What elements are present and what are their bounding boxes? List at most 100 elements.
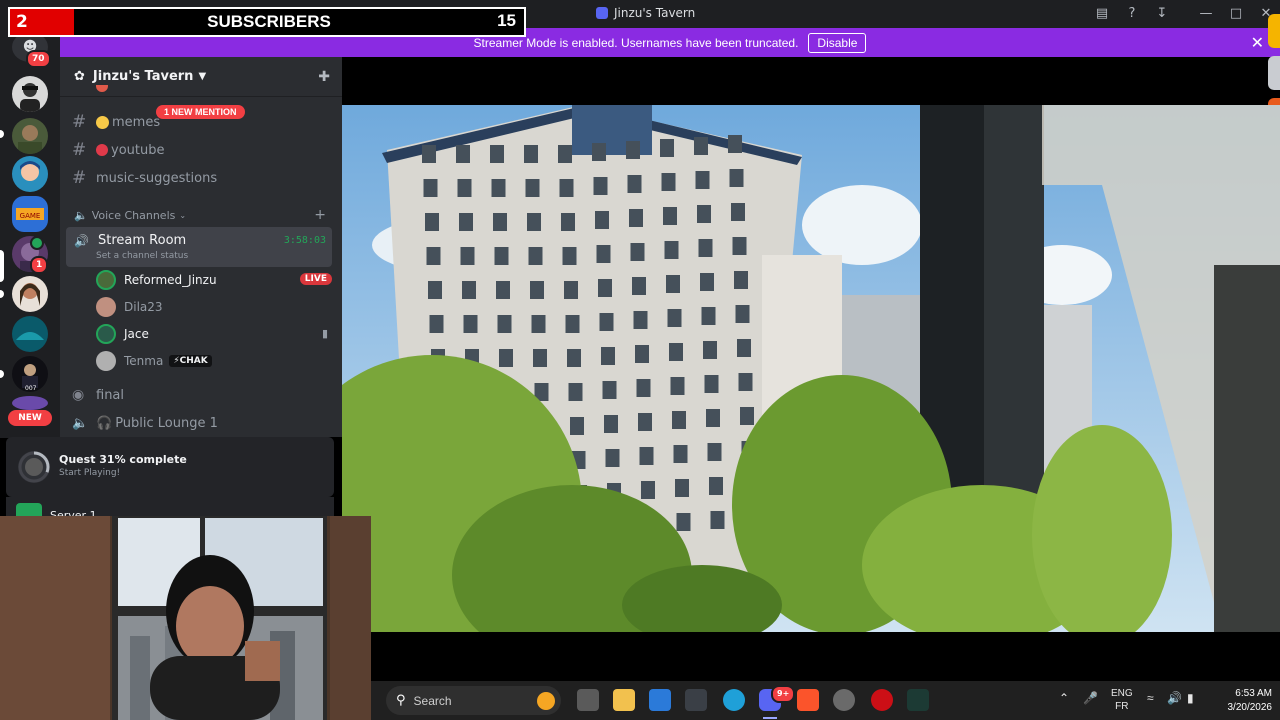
channel-public-lounge[interactable]: 🔈 🎧 Public Lounge 1 — [72, 411, 218, 435]
discord-taskbar-badge: 9+ — [771, 685, 796, 703]
task-view-icon[interactable] — [577, 689, 599, 711]
voice-channels-category[interactable]: 🔈 Voice Channels ⌄ — [74, 209, 186, 222]
channel-memes[interactable]: # memes — [72, 110, 160, 134]
wifi-icon[interactable]: ≈ — [1147, 692, 1154, 705]
video-camera-icon: ▮ — [321, 327, 328, 340]
inbox-icon[interactable]: ▤ — [1092, 4, 1112, 24]
app-root: Jinzu's Tavern ▤ ? ↧ — □ ✕ 2 SUBSCRIBERS… — [0, 0, 1280, 720]
voice-member-4[interactable]: Tenma ⚡CHAK — [96, 350, 212, 372]
edge-browser-icon[interactable] — [723, 689, 745, 711]
server-avatar-3[interactable] — [12, 156, 48, 192]
channel-youtube[interactable]: # youtube — [72, 138, 164, 162]
search-icon: ⚲ — [396, 693, 406, 708]
discord-icon — [596, 7, 608, 19]
help-icon[interactable]: ? — [1122, 4, 1142, 24]
clock-time: 6:53 AM — [1235, 688, 1272, 699]
voice-channel-stream-room[interactable]: 🔊 Stream Room Set a channel status 3:58:… — [66, 227, 332, 267]
window-title: Jinzu's Tavern — [596, 6, 695, 20]
server-selected-indicator — [0, 250, 4, 282]
subscriber-count: 2 — [10, 9, 74, 35]
voice-active-indicator — [30, 236, 44, 250]
search-highlight-icon — [537, 692, 555, 710]
minimize-icon[interactable]: — — [1196, 4, 1216, 24]
chevron-down-icon: ⌄ — [179, 211, 187, 220]
channel-music-suggestions[interactable]: # music-suggestions — [72, 166, 217, 190]
app-icon[interactable] — [685, 689, 707, 711]
disable-button[interactable]: Disable — [808, 32, 867, 53]
voice-member-1[interactable]: Reformed_Jinzu — [96, 269, 217, 291]
download-icon[interactable]: ↧ — [1152, 4, 1172, 24]
server-avatar-2[interactable] — [12, 118, 48, 154]
side-tab-grey[interactable] — [1268, 56, 1280, 90]
stage-icon: ◉ — [72, 387, 85, 403]
invite-people-icon[interactable]: ✚ — [318, 69, 330, 85]
channel-emoji-icon — [96, 85, 108, 92]
speaker-icon: 🔈 — [74, 209, 88, 222]
server-avatar-8[interactable] — [12, 396, 48, 410]
quest-card[interactable]: Quest 31% complete Start Playing! — [6, 437, 334, 497]
microsoft-store-icon[interactable] — [649, 689, 671, 711]
guild-tag-label: CHAK — [179, 356, 208, 366]
channel-label: music-suggestions — [96, 170, 218, 186]
show-hidden-icons[interactable]: ⌃ — [1059, 692, 1069, 705]
volume-icon[interactable]: 🔊 — [1167, 692, 1182, 705]
guild-tag: ⚡CHAK — [169, 355, 212, 367]
brave-browser-icon[interactable] — [797, 689, 819, 711]
server-avatar-7[interactable]: 007 — [12, 356, 48, 392]
hash-icon: # — [72, 140, 87, 160]
headphones-icon: 🎧 — [96, 415, 113, 431]
language-indicator[interactable]: ENG FR — [1111, 687, 1133, 713]
battery-icon[interactable]: ▮ — [1187, 692, 1194, 705]
quest-title: Quest 31% complete — [59, 453, 187, 466]
clock-date: 3/20/2026 — [1227, 702, 1273, 713]
create-channel-icon[interactable]: + — [314, 207, 326, 223]
speaker-active-icon: 🔊 — [74, 234, 89, 248]
dm-unread-badge: 70 — [26, 50, 51, 68]
quest-subtitle: Start Playing! — [59, 468, 121, 478]
opera-browser-icon[interactable] — [871, 689, 893, 711]
voice-channel-name: Stream Room — [98, 233, 187, 248]
new-mention-pill[interactable]: 1 NEW MENTION — [156, 105, 245, 119]
channel-partial-top[interactable] — [72, 85, 192, 93]
server-avatar-5[interactable] — [12, 276, 48, 312]
avatar — [96, 324, 116, 344]
new-servers-badge[interactable]: NEW — [8, 410, 52, 426]
active-app-indicator — [763, 717, 777, 719]
hash-icon: # — [72, 168, 87, 188]
server-avatar-1[interactable] — [12, 76, 48, 112]
hash-icon: # — [72, 112, 87, 132]
red-circle-icon — [96, 144, 108, 156]
voice-timer: 3:58:03 — [283, 235, 326, 246]
server-avatar-6[interactable] — [12, 316, 48, 352]
obs-icon[interactable] — [833, 689, 855, 711]
channel-status[interactable]: Set a channel status — [96, 251, 188, 261]
subscriber-goal: 15 — [497, 11, 516, 30]
side-tab-yellow[interactable] — [1268, 14, 1280, 48]
language-top: ENG — [1111, 688, 1133, 699]
webcam-overlay — [0, 516, 371, 720]
maximize-icon[interactable]: □ — [1226, 4, 1246, 24]
system-clock[interactable]: 6:53 AM 3/20/2026 — [1228, 687, 1273, 715]
screen-share-view[interactable] — [342, 105, 1280, 632]
server-unread-indicator — [0, 130, 4, 138]
file-explorer-icon[interactable] — [613, 689, 635, 711]
voice-member-2[interactable]: Dila23 — [96, 296, 163, 318]
terminal-icon[interactable] — [907, 689, 929, 711]
banner-message: Streamer Mode is enabled. Usernames have… — [473, 35, 799, 50]
close-icon[interactable]: ✕ — [1251, 33, 1264, 52]
stream-video-frame — [342, 105, 1280, 632]
voice-member-3[interactable]: Jace — [96, 323, 149, 345]
channel-sidebar: ✿ Jinzu's Tavern ▼ ✚ # memes 1 NEW MENTI… — [60, 57, 342, 437]
avatar — [96, 297, 116, 317]
taskbar-search[interactable]: ⚲ Search — [386, 686, 561, 715]
language-bottom: FR — [1115, 701, 1129, 712]
svg-text:007: 007 — [25, 385, 37, 392]
server-rail: ☻ 70 GAME 1 007 NEW — [0, 28, 60, 438]
windows-taskbar: ⚲ Search 9+ ⌃ 🎤 ENG FR ≈ 🔊 ▮ 6:53 AM 3/2… — [371, 681, 1280, 720]
server-unread-indicator-3 — [0, 370, 4, 378]
server-avatar-4[interactable]: GAME — [12, 196, 48, 232]
server-unread-badge: 1 — [30, 256, 49, 274]
microphone-icon[interactable]: 🎤 — [1083, 692, 1098, 705]
server-name: Jinzu's Tavern — [92, 69, 194, 84]
channel-final[interactable]: ◉ final — [72, 383, 124, 407]
